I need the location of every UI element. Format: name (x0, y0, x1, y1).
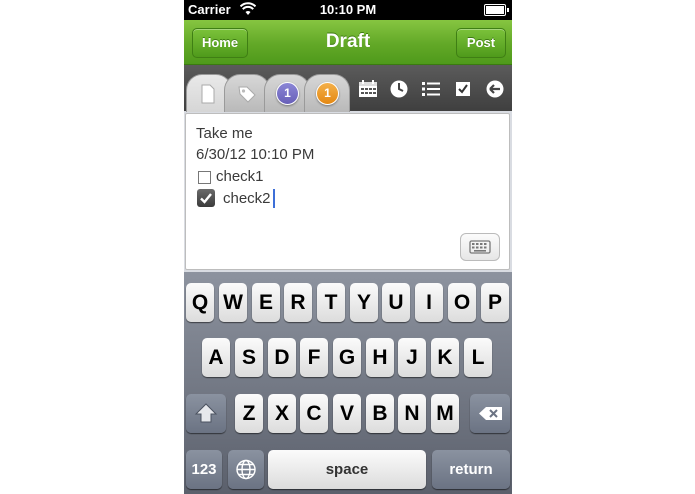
key-s[interactable]: S (235, 338, 263, 377)
checkbox-icon[interactable] (452, 79, 474, 99)
key-p[interactable]: P (481, 283, 509, 322)
backspace-icon (479, 407, 502, 420)
delete-key[interactable] (470, 394, 510, 433)
hide-keyboard-button[interactable] (460, 233, 500, 261)
key-h[interactable]: H (366, 338, 394, 377)
status-bar: Carrier 10:10 PM (184, 0, 512, 20)
key-k[interactable]: K (431, 338, 459, 377)
navigation-bar: Home Draft Post (184, 20, 512, 65)
key-c[interactable]: C (300, 394, 328, 433)
check2-checkbox[interactable] (197, 189, 215, 207)
key-q[interactable]: Q (186, 283, 214, 322)
globe-icon (236, 459, 256, 480)
key-y[interactable]: Y (350, 283, 378, 322)
key-a[interactable]: A (202, 338, 230, 377)
key-z[interactable]: Z (235, 394, 263, 433)
battery-icon (484, 4, 509, 16)
key-d[interactable]: D (268, 338, 296, 377)
return-key[interactable]: return (432, 450, 510, 489)
key-v[interactable]: V (333, 394, 361, 433)
shift-icon (194, 403, 218, 423)
key-g[interactable]: G (333, 338, 361, 377)
check2-label: check2 (223, 190, 271, 207)
key-t[interactable]: T (317, 283, 345, 322)
status-time: 10:10 PM (319, 2, 377, 17)
key-r[interactable]: R (284, 283, 312, 322)
key-x[interactable]: X (268, 394, 296, 433)
text-cursor (273, 189, 275, 208)
numbers-key[interactable]: 123 (186, 450, 222, 489)
note-line-title: Take me (196, 125, 253, 142)
note-icon (201, 84, 215, 104)
tab-orange-count[interactable]: 1 (304, 74, 350, 112)
shift-key[interactable] (186, 394, 226, 433)
key-m[interactable]: M (431, 394, 459, 433)
purple-count-badge: 1 (276, 82, 299, 105)
list-icon[interactable] (420, 79, 442, 99)
orange-count-badge: 1 (316, 82, 339, 105)
editor-toolbar: 1 1 (184, 65, 512, 112)
space-key[interactable]: space (268, 450, 426, 489)
key-n[interactable]: N (398, 394, 426, 433)
note-line-date: 6/30/12 10:10 PM (196, 146, 315, 163)
key-j[interactable]: J (398, 338, 426, 377)
key-u[interactable]: U (382, 283, 410, 322)
tag-icon (238, 86, 256, 103)
post-button[interactable]: Post (456, 28, 506, 58)
key-l[interactable]: L (464, 338, 492, 377)
key-w[interactable]: W (219, 283, 247, 322)
check1-checkbox[interactable] (198, 171, 211, 184)
key-b[interactable]: B (366, 394, 394, 433)
key-f[interactable]: F (300, 338, 328, 377)
globe-key[interactable] (228, 450, 264, 489)
back-arrow-icon[interactable] (484, 79, 506, 99)
clock-icon[interactable] (388, 79, 410, 99)
check1-label: check1 (216, 168, 264, 185)
key-e[interactable]: E (252, 283, 280, 322)
key-o[interactable]: O (448, 283, 476, 322)
calendar-icon[interactable] (357, 79, 379, 99)
note-editor[interactable]: Take me 6/30/12 10:10 PM check1 check2 (185, 113, 510, 270)
checkmark-icon (200, 193, 212, 204)
phone-screen: Carrier 10:10 PM Home Draft Post 1 1 Tak… (184, 0, 512, 494)
key-i[interactable]: I (415, 283, 443, 322)
keyboard-icon (469, 240, 491, 254)
keyboard: Q W E R T Y U I O P A S D F G H J K L Z … (184, 272, 512, 494)
